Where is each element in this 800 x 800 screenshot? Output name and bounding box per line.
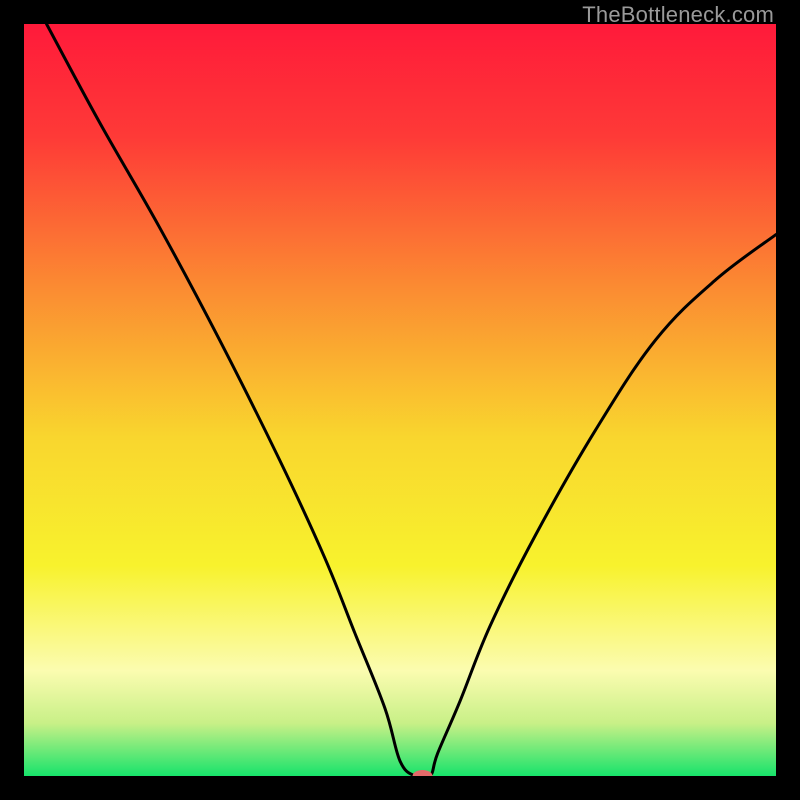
gradient-background <box>24 24 776 776</box>
watermark-text: TheBottleneck.com <box>582 2 774 28</box>
chart-svg <box>24 24 776 776</box>
chart-frame <box>24 24 776 776</box>
